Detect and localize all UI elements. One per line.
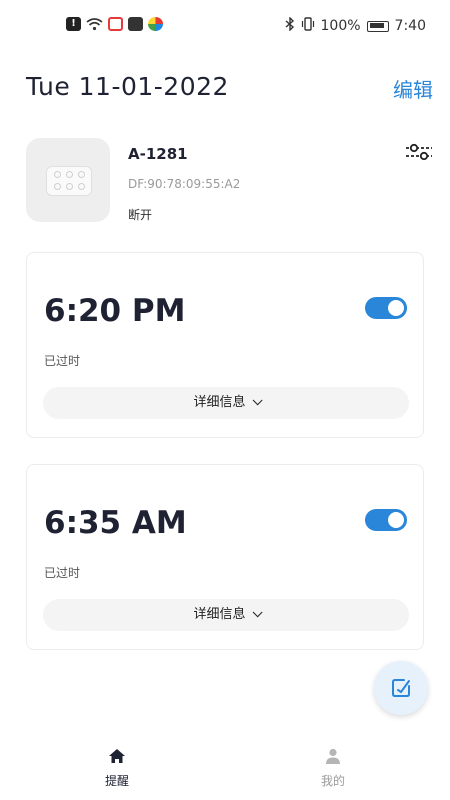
vibrate-icon <box>301 17 315 35</box>
settings-sliders-icon[interactable] <box>404 142 434 162</box>
device-mac-address: DF:90:78:09:55:A2 <box>128 177 241 191</box>
system-status: 100% 7:40 <box>285 16 426 35</box>
device-image <box>26 138 110 222</box>
wifi-icon <box>86 17 103 31</box>
nav-label: 我的 <box>320 774 345 788</box>
notification-icons: ! <box>66 17 163 31</box>
alarm-card[interactable]: 6:20 PM 已过时 详细信息 <box>26 252 424 438</box>
add-reminder-button[interactable] <box>374 661 428 715</box>
bluetooth-icon <box>285 16 295 35</box>
chevron-down-icon <box>252 395 263 406</box>
details-button[interactable]: 详细信息 <box>43 387 409 419</box>
home-icon <box>109 749 125 763</box>
status-bar: ! 100% 7:40 <box>0 0 450 52</box>
device-name: A-1281 <box>128 145 188 163</box>
details-label: 详细信息 <box>193 395 246 410</box>
alarm-time: 6:35 AM <box>44 505 187 541</box>
edit-icon <box>392 679 410 697</box>
edit-button[interactable]: 编辑 <box>393 74 433 103</box>
mail-icon <box>128 17 143 31</box>
alert-icon: ! <box>66 17 81 31</box>
alarm-card[interactable]: 6:35 AM 已过时 详细信息 <box>26 464 424 650</box>
alarm-status: 已过时 <box>44 354 81 368</box>
user-icon <box>326 748 340 764</box>
chevron-down-icon <box>252 607 263 618</box>
app-notification-icon <box>108 17 123 31</box>
details-button[interactable]: 详细信息 <box>43 599 409 631</box>
details-label: 详细信息 <box>193 607 246 622</box>
pill-box-icon <box>46 166 92 196</box>
clock: 7:40 <box>394 18 426 34</box>
alarm-toggle[interactable] <box>365 509 407 531</box>
nav-item-reminders[interactable]: 提醒 <box>72 748 162 789</box>
alarm-time: 6:20 PM <box>44 293 186 329</box>
alarm-toggle[interactable] <box>365 297 407 319</box>
app-icon <box>148 17 163 31</box>
nav-item-mine[interactable]: 我的 <box>288 748 378 789</box>
alarm-status: 已过时 <box>44 566 81 580</box>
nav-label: 提醒 <box>104 774 129 788</box>
battery-icon <box>366 20 389 32</box>
bottom-nav: 提醒 我的 <box>0 748 450 800</box>
battery-percent: 100% <box>320 18 361 34</box>
device-connection-status: 断开 <box>128 208 153 222</box>
page-title: Tue 11-01-2022 <box>26 72 229 101</box>
